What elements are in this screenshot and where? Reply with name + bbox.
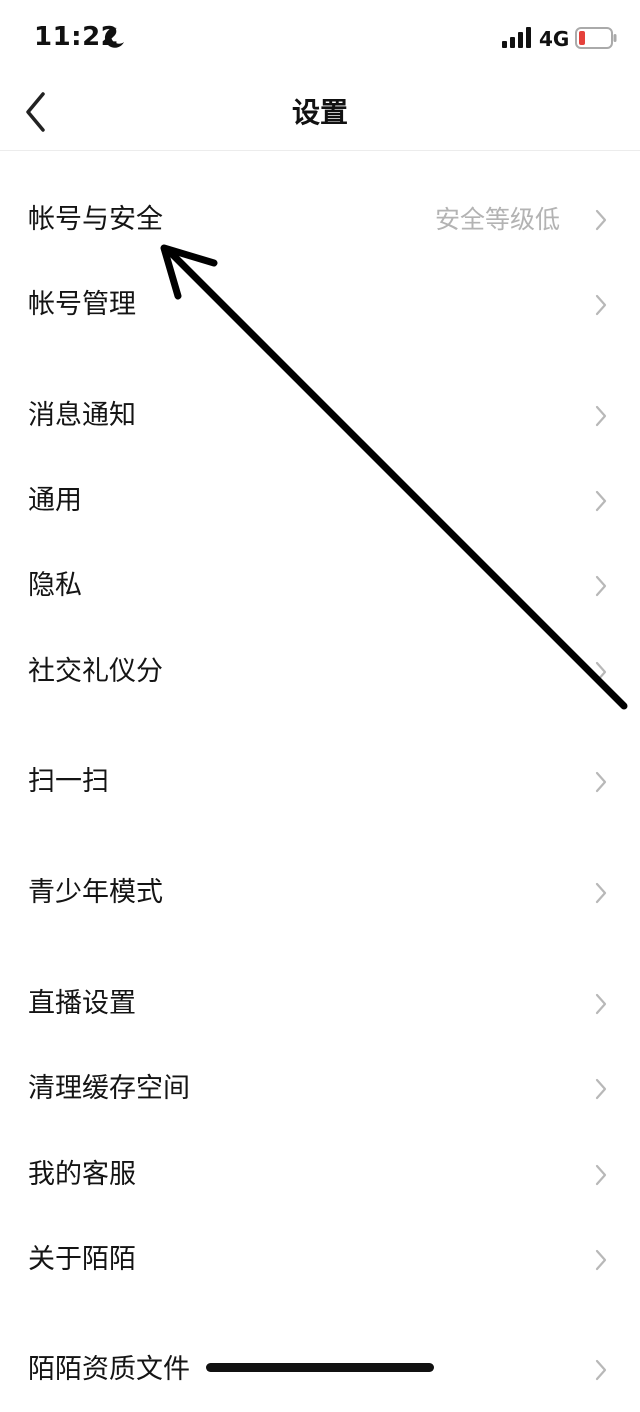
battery-low-icon <box>575 27 617 49</box>
home-indicator[interactable] <box>206 1363 434 1372</box>
settings-item-label: 我的客服 <box>28 1159 136 1190</box>
settings-item-general[interactable]: 通用 <box>0 459 640 543</box>
settings-item-label: 帐号与安全 <box>28 204 163 235</box>
chevron-right-icon <box>595 1249 607 1271</box>
navigation-bar: 设置 <box>0 80 640 151</box>
chevron-right-icon <box>595 1078 607 1100</box>
settings-item-account-security[interactable]: 帐号与安全 安全等级低 <box>0 178 640 262</box>
settings-item-label: 陌陌资质文件 <box>28 1354 190 1385</box>
settings-item-customer-service[interactable]: 我的客服 <box>0 1133 640 1217</box>
chevron-right-icon <box>595 405 607 427</box>
settings-item-about[interactable]: 关于陌陌 <box>0 1218 640 1302</box>
settings-item-privacy[interactable]: 隐私 <box>0 544 640 628</box>
back-chevron-icon[interactable] <box>14 90 58 136</box>
chevron-right-icon <box>595 209 607 231</box>
chevron-right-icon <box>595 1359 607 1381</box>
signal-bars-icon <box>502 27 531 48</box>
settings-item-label: 直播设置 <box>28 988 136 1019</box>
settings-item-notifications[interactable]: 消息通知 <box>0 374 640 458</box>
settings-item-label: 清理缓存空间 <box>28 1073 190 1104</box>
status-bar: 11:22 4G <box>0 0 640 80</box>
page-title: 设置 <box>291 96 348 129</box>
settings-item-label: 社交礼仪分 <box>28 656 163 687</box>
settings-item-label: 扫一扫 <box>28 766 109 797</box>
security-level-value: 安全等级低 <box>434 205 560 234</box>
chevron-right-icon <box>595 993 607 1015</box>
settings-item-label: 消息通知 <box>28 400 136 431</box>
chevron-right-icon <box>595 490 607 512</box>
settings-item-social-etiquette-score[interactable]: 社交礼仪分 <box>0 630 640 714</box>
settings-item-account-management[interactable]: 帐号管理 <box>0 263 640 347</box>
settings-item-label: 通用 <box>28 485 82 516</box>
chevron-right-icon <box>595 771 607 793</box>
settings-item-label: 隐私 <box>28 570 82 601</box>
settings-item-label: 关于陌陌 <box>28 1244 136 1275</box>
settings-item-live-settings[interactable]: 直播设置 <box>0 962 640 1046</box>
settings-item-clear-cache[interactable]: 清理缓存空间 <box>0 1047 640 1131</box>
chevron-right-icon <box>595 661 607 683</box>
chevron-right-icon <box>595 882 607 904</box>
settings-item-label: 青少年模式 <box>28 877 163 908</box>
moon-icon <box>104 27 124 48</box>
network-type-label: 4G <box>539 27 570 51</box>
chevron-right-icon <box>595 575 607 597</box>
settings-item-label: 帐号管理 <box>28 289 136 320</box>
settings-item-teen-mode[interactable]: 青少年模式 <box>0 851 640 935</box>
chevron-right-icon <box>595 1164 607 1186</box>
settings-item-scan[interactable]: 扫一扫 <box>0 740 640 824</box>
chevron-right-icon <box>595 294 607 316</box>
